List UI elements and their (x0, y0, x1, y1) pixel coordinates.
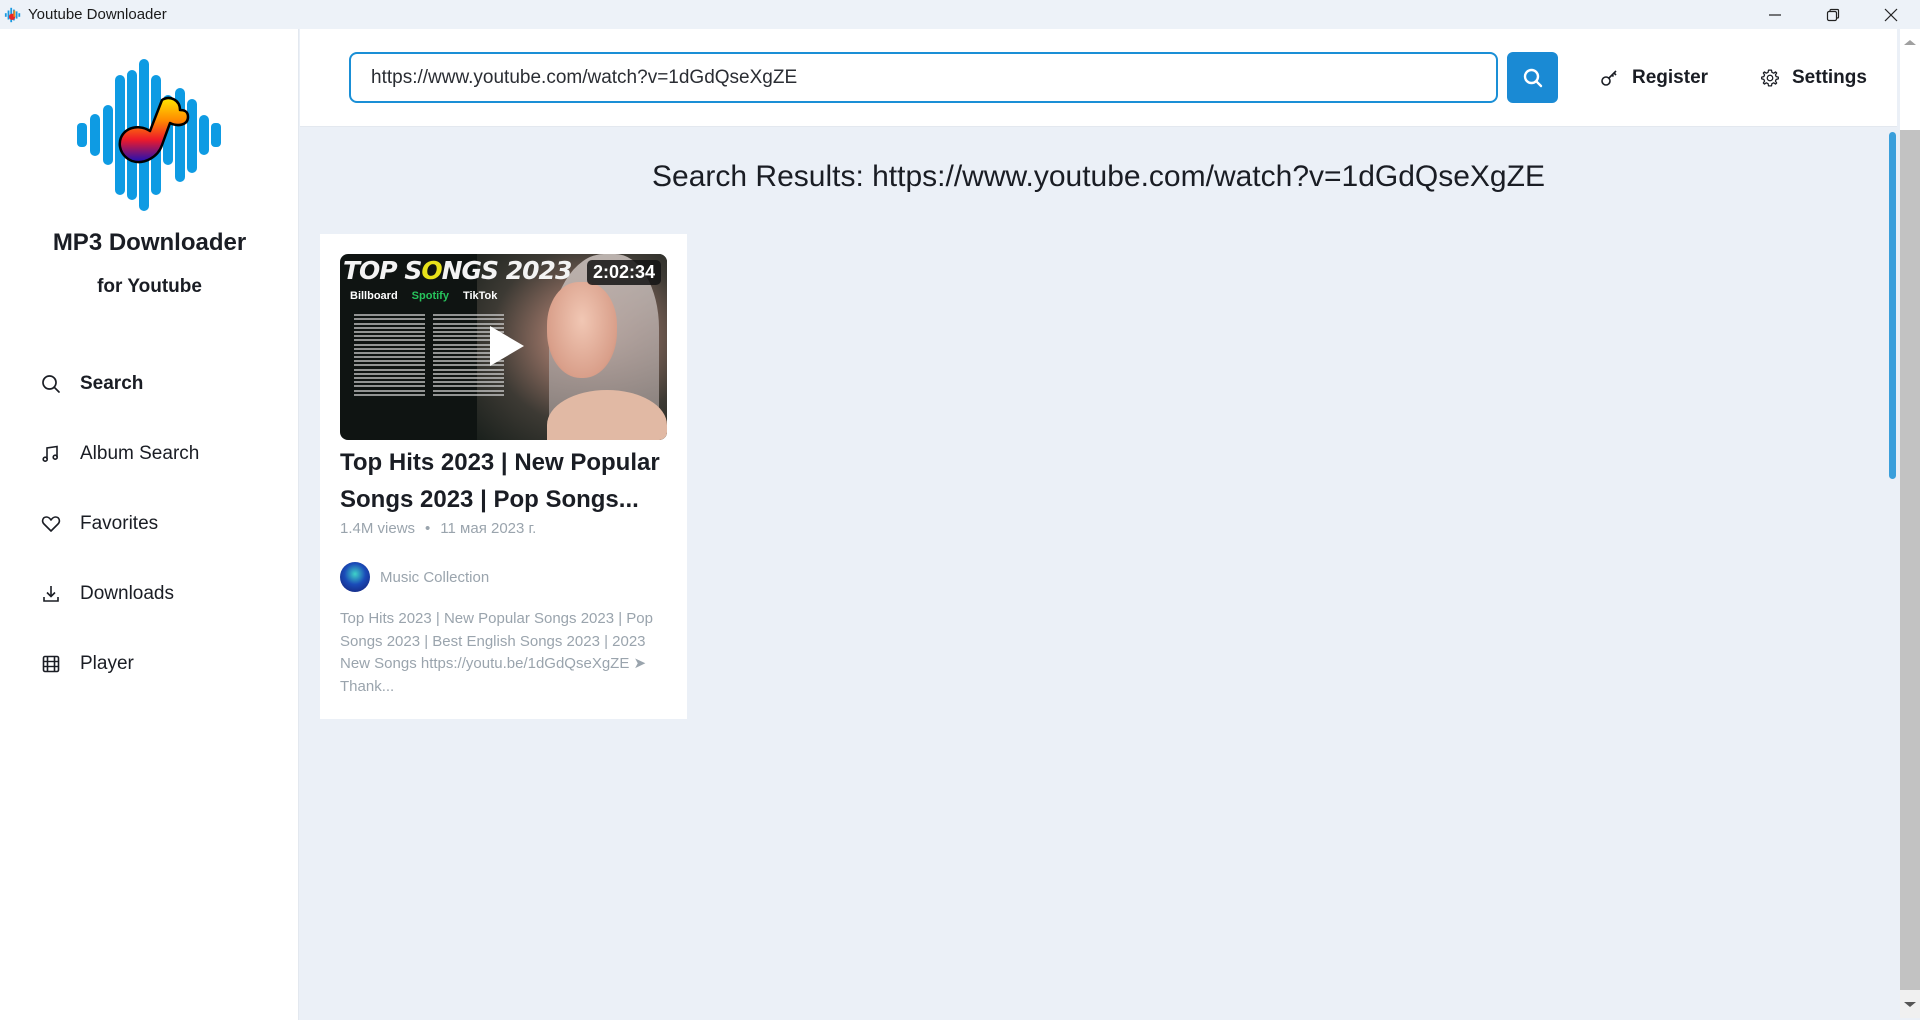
sidebar-item-label: Player (80, 653, 134, 674)
app-logo-icon (4, 7, 21, 22)
sidebar-item-label: Downloads (80, 583, 174, 604)
film-icon (40, 653, 62, 675)
restore-button[interactable] (1804, 0, 1862, 29)
sidebar-item-favorites[interactable]: Favorites (40, 504, 280, 544)
sidebar: MP3 Downloader for Youtube Search Album … (0, 29, 299, 1020)
channel-info[interactable]: Music Collection (340, 562, 489, 592)
video-description: Top Hits 2023 | New Popular Songs 2023 |… (340, 610, 653, 695)
video-meta: 1.4M views • 11 мая 2023 г. (340, 520, 536, 537)
channel-avatar (340, 562, 370, 592)
top-header: Register Settings (300, 29, 1897, 127)
tiktok-logo: TikTok (462, 290, 498, 302)
register-button[interactable]: Register (1600, 58, 1708, 98)
thumbnail-brands: Billboard Spotify TikTok (350, 290, 497, 302)
download-icon (40, 583, 62, 605)
video-thumbnail[interactable]: TOP SONGS 2023 Billboard Spotify TikTok … (340, 254, 667, 440)
thumbnail-headline: TOP SONGS 2023 (343, 256, 572, 285)
meta-separator: • (425, 520, 431, 537)
search-input[interactable] (349, 52, 1498, 103)
close-icon (1884, 8, 1898, 21)
window-title: Youtube Downloader (28, 6, 167, 23)
play-icon[interactable] (490, 326, 524, 366)
settings-label: Settings (1792, 67, 1867, 88)
heart-icon (40, 513, 62, 535)
gear-icon (1760, 68, 1780, 88)
result-card[interactable]: TOP SONGS 2023 Billboard Spotify TikTok … (320, 234, 687, 719)
sidebar-item-player[interactable]: Player (40, 644, 280, 684)
window-titlebar: Youtube Downloader (0, 0, 1920, 29)
minimize-icon (1769, 13, 1781, 16)
content-scrollbar-thumb[interactable] (1889, 132, 1896, 479)
sidebar-item-album-search[interactable]: Album Search (40, 434, 280, 474)
settings-button[interactable]: Settings (1760, 58, 1867, 98)
key-icon (1600, 68, 1620, 88)
spotify-logo: Spotify (411, 290, 449, 302)
window-scrollbar-thumb[interactable] (1900, 130, 1920, 990)
search-button[interactable] (1507, 52, 1558, 103)
sidebar-item-label: Album Search (80, 443, 200, 464)
app-logo-icon (77, 59, 221, 211)
search-icon (1523, 68, 1542, 87)
billboard-logo: Billboard (350, 290, 398, 302)
sidebar-item-downloads[interactable]: Downloads (40, 574, 280, 614)
close-button[interactable] (1862, 0, 1920, 29)
music-note-icon (40, 443, 62, 465)
minimize-button[interactable] (1746, 0, 1804, 29)
duration-badge: 2:02:34 (586, 260, 661, 285)
arrow-down-icon (1904, 1001, 1916, 1007)
sidebar-item-search[interactable]: Search (40, 364, 280, 404)
brand-subtitle: for Youtube (97, 276, 202, 297)
view-count: 1.4M views (340, 520, 416, 537)
results-title: Search Results: https://www.youtube.com/… (652, 160, 1545, 193)
video-title[interactable]: Top Hits 2023 | New Popular Songs 2023 |… (340, 444, 675, 518)
register-label: Register (1632, 67, 1709, 88)
restore-icon (1826, 8, 1840, 21)
thumbnail-songlist (354, 312, 504, 437)
scroll-up-button[interactable] (1900, 29, 1920, 130)
scroll-down-button[interactable] (1900, 990, 1920, 1018)
sidebar-item-label: Search (80, 373, 144, 394)
arrow-up-icon (1904, 40, 1916, 45)
channel-name: Music Collection (380, 568, 490, 586)
publish-date: 11 мая 2023 г. (440, 520, 537, 537)
sidebar-item-label: Favorites (80, 513, 159, 534)
brand-title: MP3 Downloader (52, 229, 247, 256)
search-icon (40, 373, 62, 395)
